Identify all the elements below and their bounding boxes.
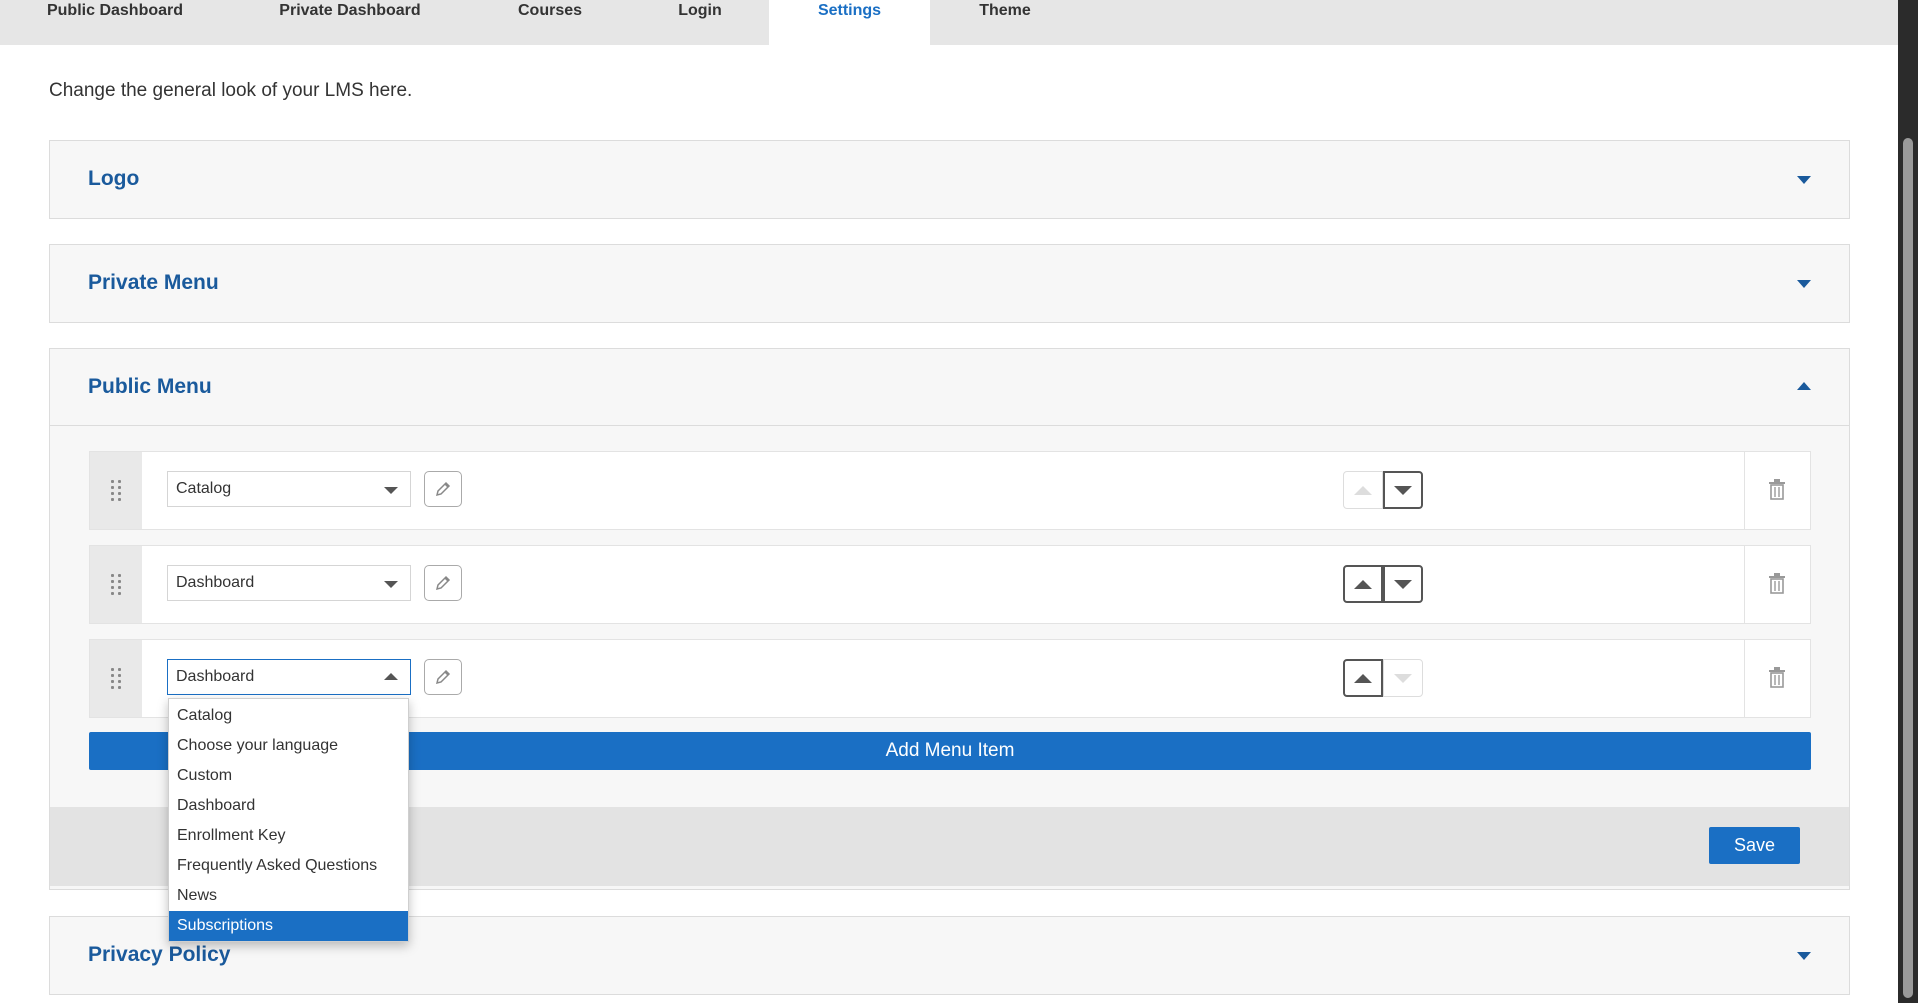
- menu-item-select[interactable]: Dashboard: [167, 565, 411, 601]
- tab-theme[interactable]: Theme: [960, 0, 1050, 45]
- panel-privacy-policy-title: Privacy Policy: [88, 943, 231, 966]
- dropdown-option[interactable]: Dashboard: [169, 791, 408, 821]
- panel-logo: Logo: [49, 140, 1850, 219]
- arrow-up-icon: [1354, 485, 1372, 495]
- tab-bar: Public Dashboard Private Dashboard Cours…: [0, 0, 1898, 45]
- arrow-down-icon: [1394, 579, 1412, 589]
- pencil-icon: [435, 669, 451, 685]
- dropdown-option[interactable]: News: [169, 881, 408, 911]
- tab-courses[interactable]: Courses: [500, 0, 600, 45]
- row-divider: [1744, 546, 1745, 623]
- reorder-buttons: [1343, 471, 1423, 509]
- tab-public-dashboard[interactable]: Public Dashboard: [30, 0, 200, 45]
- move-up-button[interactable]: [1343, 471, 1383, 509]
- delete-button[interactable]: [1767, 479, 1787, 506]
- dropdown-option[interactable]: Choose your language: [169, 731, 408, 761]
- delete-button[interactable]: [1767, 573, 1787, 600]
- menu-item-select[interactable]: Catalog: [167, 471, 411, 507]
- panel-public-menu-title: Public Menu: [88, 375, 212, 398]
- trash-icon: [1769, 667, 1785, 688]
- vertical-scrollbar[interactable]: [1898, 0, 1918, 1003]
- panel-public-menu-header[interactable]: Public Menu: [50, 349, 1849, 425]
- dropdown-option[interactable]: Frequently Asked Questions: [169, 851, 408, 881]
- panel-private-menu: Private Menu: [49, 244, 1850, 323]
- tab-private-dashboard[interactable]: Private Dashboard: [262, 0, 438, 45]
- chevron-down-icon[interactable]: [1797, 280, 1811, 288]
- drag-handle-icon[interactable]: [90, 452, 142, 529]
- pencil-icon: [435, 575, 451, 591]
- chevron-down-icon[interactable]: [1797, 176, 1811, 184]
- menu-item-select-value: Dashboard: [176, 574, 255, 591]
- menu-item-row: Dashboard: [89, 545, 1811, 624]
- arrow-up-icon: [1354, 579, 1372, 589]
- arrow-down-icon: [1394, 673, 1412, 683]
- move-down-button[interactable]: [1383, 659, 1423, 697]
- reorder-buttons: [1343, 565, 1423, 603]
- panel-private-menu-header[interactable]: Private Menu: [50, 245, 1849, 321]
- tab-settings[interactable]: Settings: [769, 0, 930, 45]
- move-up-button[interactable]: [1343, 659, 1383, 697]
- chevron-down-icon: [384, 581, 398, 588]
- chevron-up-icon: [384, 673, 398, 680]
- arrow-up-icon: [1354, 673, 1372, 683]
- page: Public Dashboard Private Dashboard Cours…: [0, 0, 1898, 1003]
- drag-handle-icon[interactable]: [90, 640, 142, 717]
- row-divider: [1744, 452, 1745, 529]
- row-divider: [1744, 640, 1745, 717]
- menu-item-select-value: Catalog: [176, 480, 232, 497]
- arrow-down-icon: [1394, 485, 1412, 495]
- chevron-down-icon: [384, 487, 398, 494]
- chevron-up-icon[interactable]: [1797, 382, 1811, 390]
- edit-button[interactable]: [424, 471, 462, 507]
- tab-login[interactable]: Login: [660, 0, 740, 45]
- dropdown-option[interactable]: Catalog: [169, 701, 408, 731]
- menu-item-select-value: Dashboard: [176, 668, 255, 685]
- delete-button[interactable]: [1767, 667, 1787, 694]
- page-description: Change the general look of your LMS here…: [49, 80, 413, 101]
- panel-logo-header[interactable]: Logo: [50, 141, 1849, 217]
- dropdown-option-highlighted[interactable]: Subscriptions: [169, 911, 408, 941]
- trash-icon: [1769, 573, 1785, 594]
- chevron-down-icon[interactable]: [1797, 952, 1811, 960]
- save-button[interactable]: Save: [1709, 827, 1800, 864]
- move-up-button[interactable]: [1343, 565, 1383, 603]
- dropdown-option[interactable]: Enrollment Key: [169, 821, 408, 851]
- menu-item-select[interactable]: Dashboard: [167, 659, 411, 695]
- scrollbar-thumb[interactable]: [1903, 138, 1913, 998]
- menu-item-dropdown-list: Catalog Choose your language Custom Dash…: [168, 698, 409, 942]
- move-down-button[interactable]: [1383, 471, 1423, 509]
- menu-item-row: Catalog: [89, 451, 1811, 530]
- edit-button[interactable]: [424, 565, 462, 601]
- move-down-button[interactable]: [1383, 565, 1423, 603]
- panel-logo-title: Logo: [88, 167, 140, 190]
- edit-button[interactable]: [424, 659, 462, 695]
- reorder-buttons: [1343, 659, 1423, 697]
- dropdown-option[interactable]: Custom: [169, 761, 408, 791]
- trash-icon: [1769, 479, 1785, 500]
- drag-handle-icon[interactable]: [90, 546, 142, 623]
- panel-private-menu-title: Private Menu: [88, 271, 219, 294]
- pencil-icon: [435, 481, 451, 497]
